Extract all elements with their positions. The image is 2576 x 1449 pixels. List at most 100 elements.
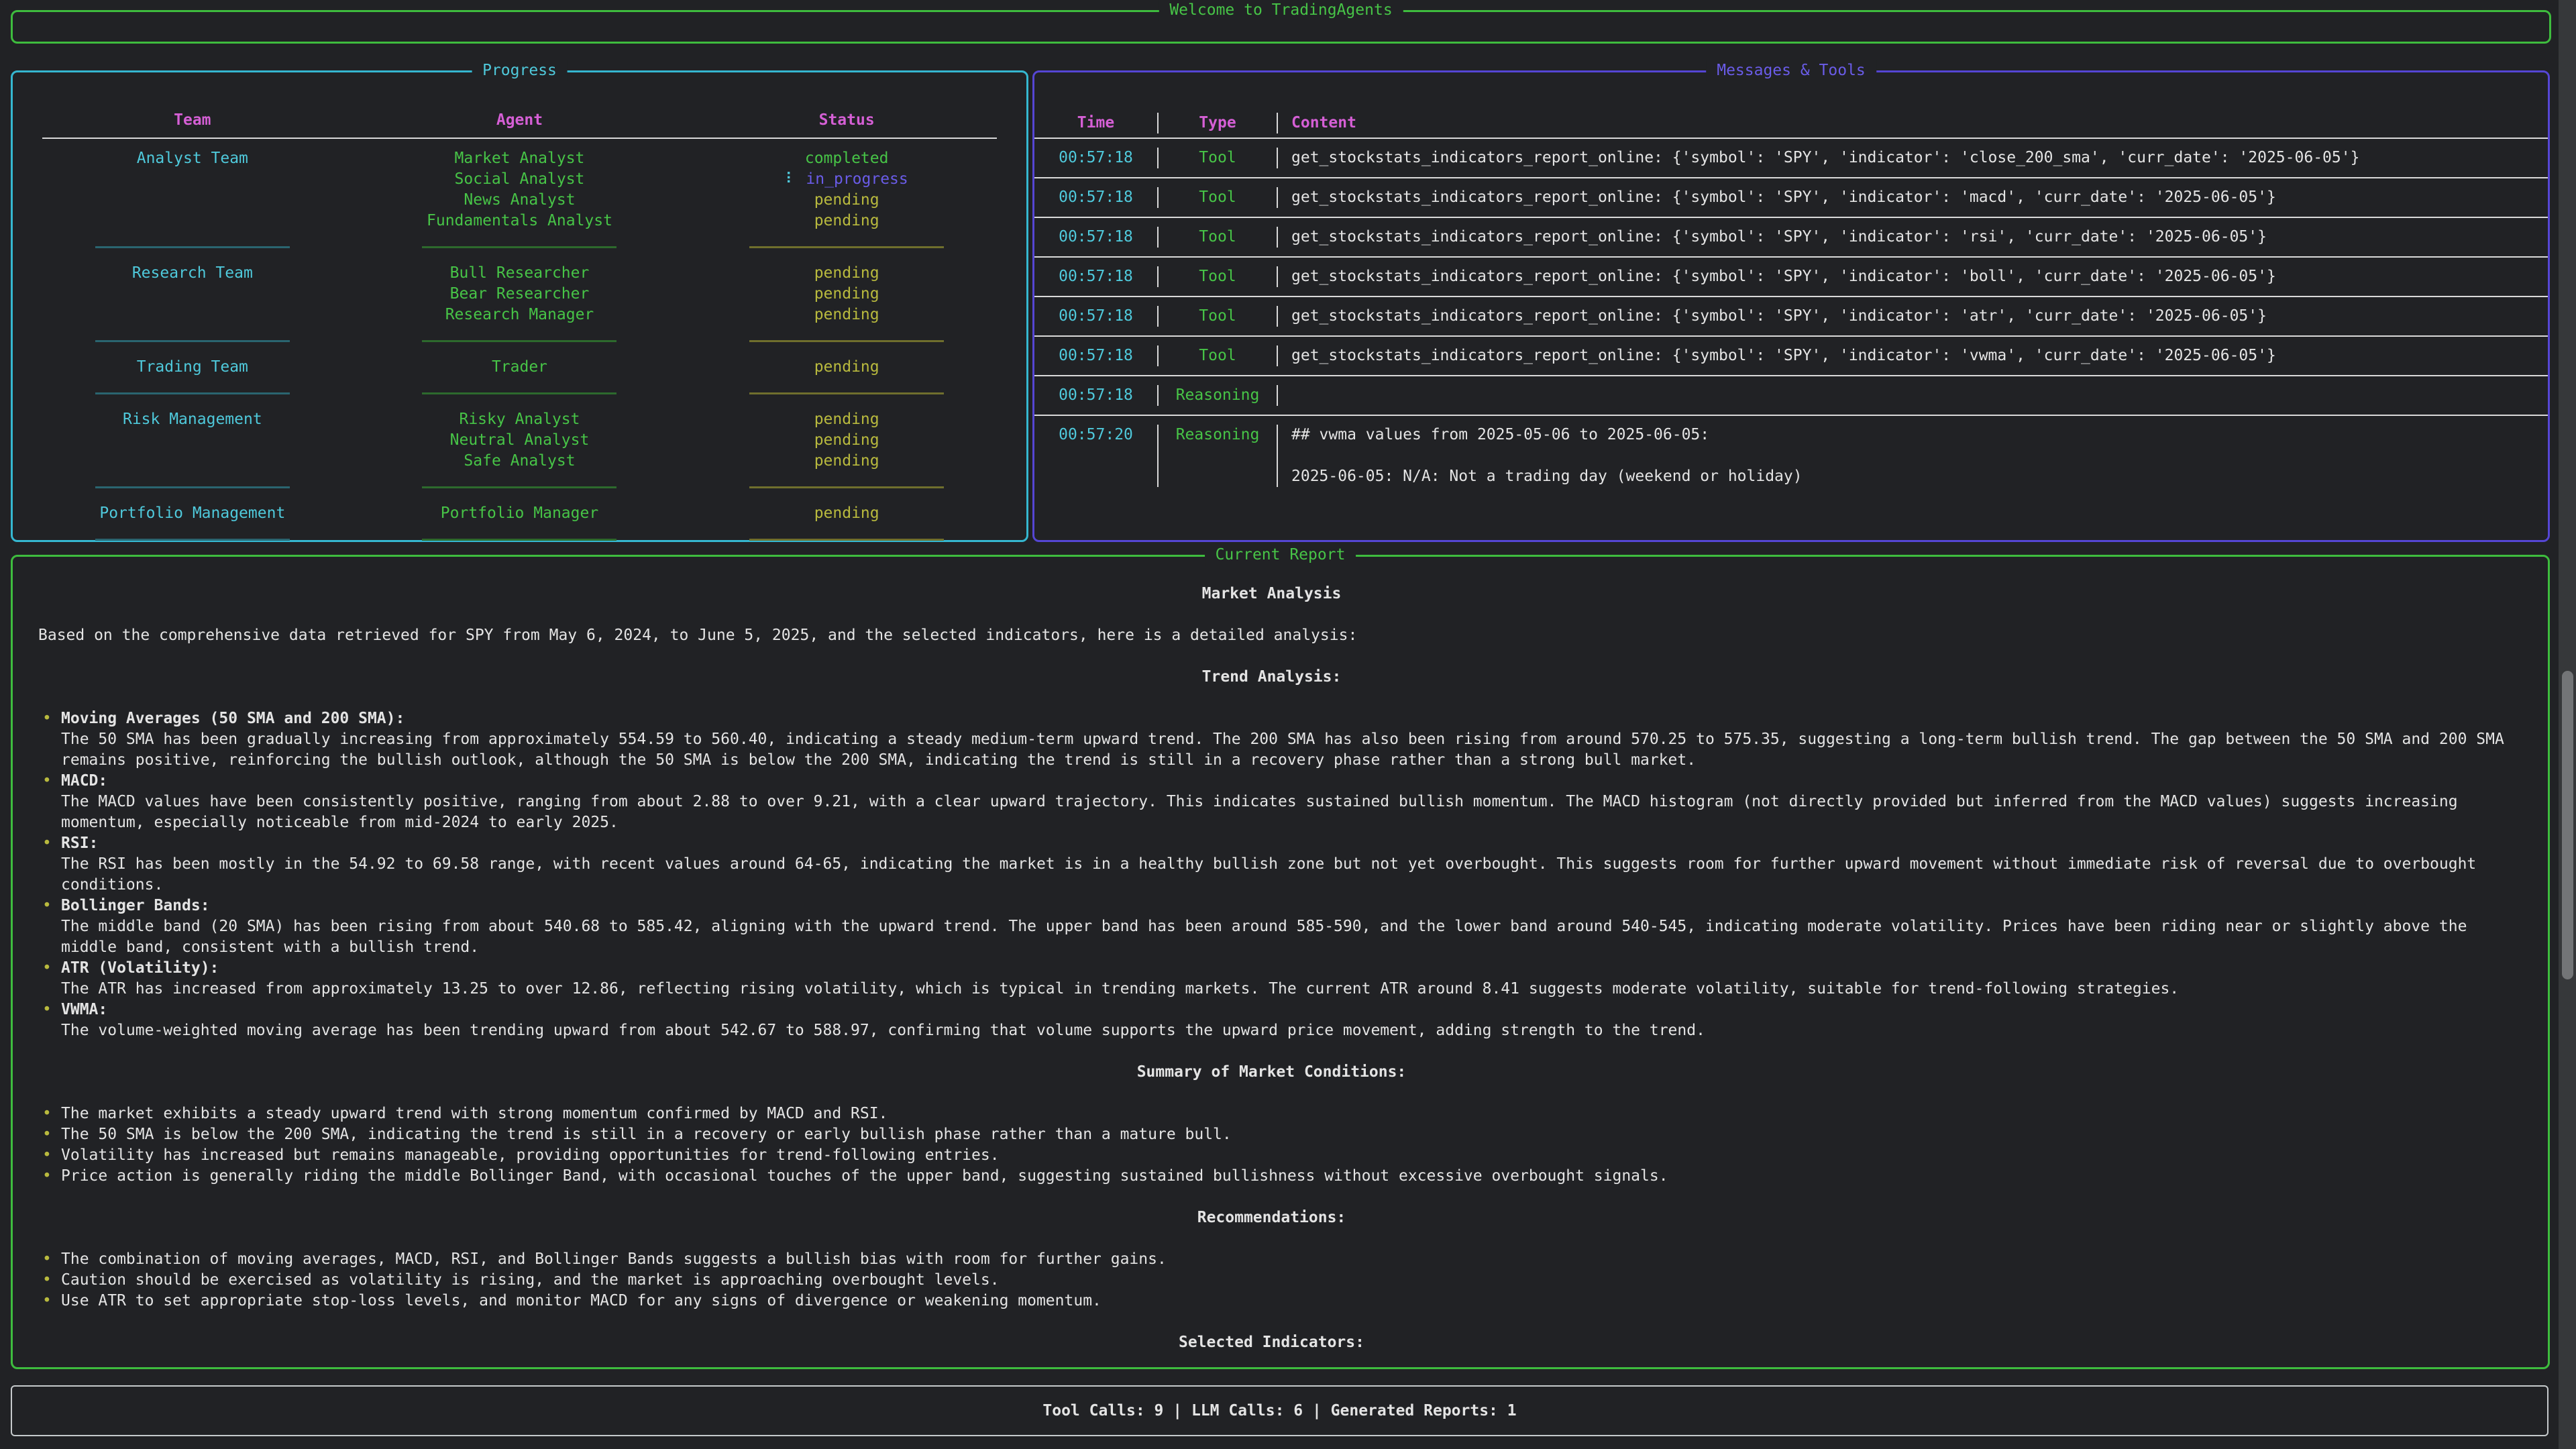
report-bullet: •The market exhibits a steady upward tre… xyxy=(38,1104,2505,1124)
progress-table-header: Team Agent Status xyxy=(29,110,1010,131)
bullet-icon: • xyxy=(38,1270,61,1291)
bullet-text: Use ATR to set appropriate stop-loss lev… xyxy=(61,1291,1102,1311)
report-bullet: •Caution should be exercised as volatili… xyxy=(38,1270,2505,1291)
group-separator xyxy=(29,524,1010,555)
terminal-screen: Welcome to TradingAgents Progress Team A… xyxy=(0,0,2576,1449)
report-bullet: •The 50 SMA is below the 200 SMA, indica… xyxy=(38,1124,2505,1145)
type-cell: Tool xyxy=(1159,345,1278,366)
content-cell: get_stockstats_indicators_report_online:… xyxy=(1278,187,2548,208)
type-cell: Reasoning xyxy=(1159,385,1278,406)
agent-cell: Portfolio Manager xyxy=(356,503,684,524)
column-header-agent: Agent xyxy=(356,110,684,131)
status-cell: pending xyxy=(683,263,1010,284)
agent-cell: Neutral Analyst xyxy=(356,430,684,451)
group-separator xyxy=(29,378,1010,409)
time-cell: 00:57:18 xyxy=(1034,148,1159,168)
report-bullet-list: •The combination of moving averages, MAC… xyxy=(38,1249,2505,1311)
status-label: pending xyxy=(814,191,879,209)
bullet-text: The combination of moving averages, MACD… xyxy=(61,1249,1167,1270)
report-heading: Recommendations: xyxy=(38,1208,2505,1228)
team-cell xyxy=(29,451,356,472)
bullet-text: Volatility has increased but remains man… xyxy=(61,1145,1000,1166)
status-label: completed xyxy=(805,150,889,167)
bullet-icon: • xyxy=(38,1104,61,1124)
messages-panel: Messages & Tools Time Type Content 00:57… xyxy=(1032,70,2550,542)
report-bullet: •Moving Averages (50 SMA and 200 SMA):Th… xyxy=(38,708,2505,771)
content-cell: ## vwma values from 2025-05-06 to 2025-0… xyxy=(1278,425,2548,487)
content-cell: get_stockstats_indicators_report_online:… xyxy=(1278,227,2548,248)
column-header-team: Team xyxy=(29,110,356,131)
time-cell: 00:57:18 xyxy=(1034,306,1159,327)
type-cell: Tool xyxy=(1159,306,1278,327)
report-bullet: •Price action is generally riding the mi… xyxy=(38,1166,2505,1187)
column-header-type: Type xyxy=(1159,113,1278,133)
bullet-icon: • xyxy=(38,958,61,1000)
report-bullet: •VWMA:The volume-weighted moving average… xyxy=(38,1000,2505,1041)
time-cell: 00:57:18 xyxy=(1034,227,1159,248)
messages-row: 00:57:18Reasoning xyxy=(1034,376,2548,416)
content-cell: get_stockstats_indicators_report_online:… xyxy=(1278,306,2548,327)
report-bullet: •RSI:The RSI has been mostly in the 54.9… xyxy=(38,833,2505,896)
progress-row: Social Analyst⠇in_progress xyxy=(29,169,1010,190)
team-cell xyxy=(29,211,356,231)
status-label: pending xyxy=(814,452,879,470)
progress-row: Trading TeamTrader pending xyxy=(29,357,1010,378)
content-cell xyxy=(1278,385,2548,406)
status-cell: ⠇in_progress xyxy=(683,169,1010,190)
status-label: pending xyxy=(814,358,879,376)
header-rule xyxy=(42,138,997,139)
time-cell: 00:57:20 xyxy=(1034,425,1159,487)
scrollbar-thumb[interactable] xyxy=(2562,671,2573,979)
status-cell: pending xyxy=(683,451,1010,472)
messages-row: 00:57:18Toolget_stockstats_indicators_re… xyxy=(1034,297,2548,337)
bullet-icon: • xyxy=(38,833,61,896)
bullet-title: RSI: xyxy=(61,833,2505,854)
progress-row: Fundamentals Analystpending xyxy=(29,211,1010,231)
group-separator xyxy=(29,325,1010,357)
bullet-title: Bollinger Bands: xyxy=(61,896,2505,916)
type-cell: Tool xyxy=(1159,187,1278,208)
team-cell: Trading Team xyxy=(29,357,356,378)
team-cell: Risk Management xyxy=(29,409,356,430)
progress-row: Bear Researcherpending xyxy=(29,284,1010,305)
progress-row: Portfolio ManagementPortfolio Managerpen… xyxy=(29,503,1010,524)
bullet-icon: • xyxy=(38,1145,61,1166)
bullet-icon: • xyxy=(38,708,61,771)
agent-cell: Trader xyxy=(356,357,684,378)
bullet-title: MACD: xyxy=(61,771,2505,792)
bullet-text: The market exhibits a steady upward tren… xyxy=(61,1104,888,1124)
bullet-icon: • xyxy=(38,1166,61,1187)
status-label: in_progress xyxy=(806,170,908,188)
progress-panel-title: Progress xyxy=(472,60,568,81)
report-bullet: •Bollinger Bands:The middle band (20 SMA… xyxy=(38,896,2505,958)
team-cell: Research Team xyxy=(29,263,356,284)
bullet-text: The volume-weighted moving average has b… xyxy=(61,1020,1705,1041)
bullet-text: The MACD values have been consistently p… xyxy=(61,792,2505,833)
team-cell xyxy=(29,190,356,211)
report-heading: Summary of Market Conditions: xyxy=(38,1062,2505,1083)
progress-row: Research Managerpending xyxy=(29,305,1010,325)
report-bullet: •ATR (Volatility):The ATR has increased … xyxy=(38,958,2505,1000)
status-label: pending xyxy=(814,431,879,449)
progress-table: Team Agent Status Analyst TeamMarket Ana… xyxy=(13,72,1026,555)
bullet-text: Caution should be exercised as volatilit… xyxy=(61,1270,1000,1291)
status-label: pending xyxy=(814,504,879,522)
messages-row: 00:57:18Toolget_stockstats_indicators_re… xyxy=(1034,218,2548,258)
messages-row: 00:57:20Reasoning## vwma values from 202… xyxy=(1034,416,2548,496)
report-bullet-list: •The market exhibits a steady upward tre… xyxy=(38,1104,2505,1187)
scrollbar-track[interactable] xyxy=(2559,0,2576,1449)
progress-table-body: Analyst TeamMarket AnalystcompletedSocia… xyxy=(29,148,1010,555)
bullet-icon: • xyxy=(38,771,61,833)
report-body: Market AnalysisBased on the comprehensiv… xyxy=(13,557,2548,1353)
team-cell xyxy=(29,305,356,325)
status-label: pending xyxy=(814,264,879,282)
time-cell: 00:57:18 xyxy=(1034,187,1159,208)
status-label: pending xyxy=(814,306,879,323)
agent-cell: Safe Analyst xyxy=(356,451,684,472)
agent-cell: Market Analyst xyxy=(356,148,684,169)
report-bullet-list: •Moving Averages (50 SMA and 200 SMA):Th… xyxy=(38,708,2505,1041)
status-cell: pending xyxy=(683,503,1010,524)
type-cell: Tool xyxy=(1159,148,1278,168)
status-cell: pending xyxy=(683,284,1010,305)
messages-row: 00:57:18Toolget_stockstats_indicators_re… xyxy=(1034,337,2548,376)
